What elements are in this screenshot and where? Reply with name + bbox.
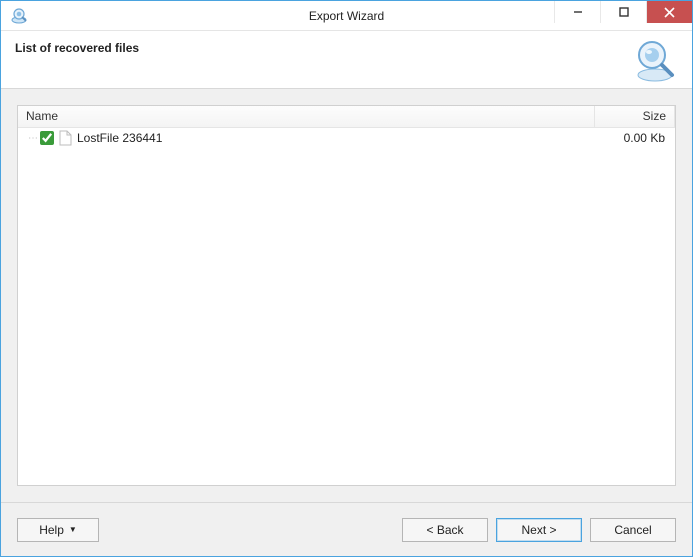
column-header-size[interactable]: Size	[595, 106, 675, 127]
tree-connector-icon: ⋯	[26, 133, 40, 144]
next-button[interactable]: Next >	[496, 518, 582, 542]
list-item[interactable]: ⋯ LostFile 236441 0.00 Kb	[18, 128, 675, 148]
next-button-label: Next >	[521, 523, 556, 537]
help-button[interactable]: Help ▼	[17, 518, 99, 542]
page-title: List of recovered files	[15, 41, 139, 55]
back-button[interactable]: < Back	[402, 518, 488, 542]
window-controls	[554, 1, 692, 30]
wizard-header: List of recovered files	[1, 31, 692, 89]
file-checkbox[interactable]	[40, 131, 54, 145]
wizard-footer: Help ▼ < Back Next > Cancel	[1, 502, 692, 556]
app-icon	[9, 6, 29, 26]
back-button-label: < Back	[426, 523, 463, 537]
magnifier-icon	[632, 37, 678, 83]
window-titlebar: Export Wizard	[1, 1, 692, 31]
close-button[interactable]	[646, 1, 692, 23]
file-list-panel: Name Size ⋯ LostFile 236441 0.00 Kb	[17, 105, 676, 486]
list-body: ⋯ LostFile 236441 0.00 Kb	[18, 128, 675, 485]
help-button-label: Help	[39, 523, 64, 537]
file-icon	[58, 130, 72, 146]
cancel-button-label: Cancel	[614, 523, 651, 537]
column-header-name[interactable]: Name	[18, 106, 595, 127]
maximize-button[interactable]	[600, 1, 646, 23]
file-size: 0.00 Kb	[595, 131, 667, 145]
chevron-down-icon: ▼	[69, 525, 77, 534]
list-header: Name Size	[18, 106, 675, 128]
file-name: LostFile 236441	[77, 131, 595, 145]
cancel-button[interactable]: Cancel	[590, 518, 676, 542]
content-area: Name Size ⋯ LostFile 236441 0.00 Kb	[1, 89, 692, 502]
minimize-button[interactable]	[554, 1, 600, 23]
